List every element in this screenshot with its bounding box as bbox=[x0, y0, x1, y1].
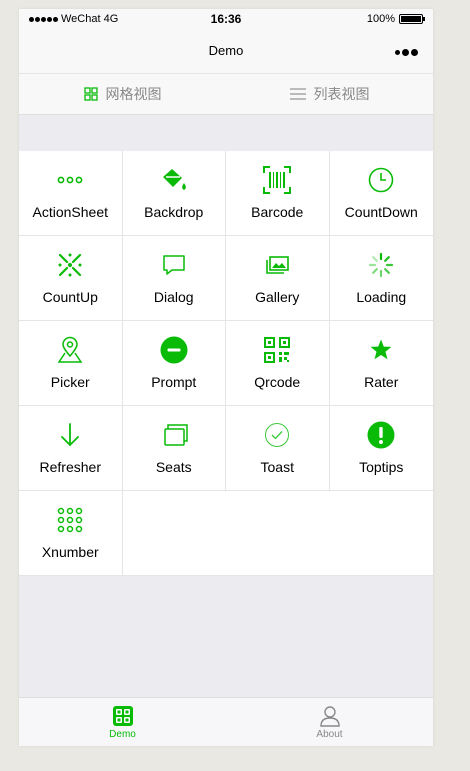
grid-item-toast[interactable]: Toast bbox=[226, 406, 330, 491]
tab-list-view[interactable]: 列表视图 bbox=[226, 74, 433, 114]
map-pin-icon bbox=[56, 336, 84, 364]
grid-item-label: Dialog bbox=[153, 289, 194, 305]
tab-bar-item-demo[interactable]: Demo bbox=[19, 698, 226, 746]
grid-item-label: CountDown bbox=[344, 204, 418, 220]
grid-item-label: Rater bbox=[364, 374, 399, 390]
grid-item-label: Xnumber bbox=[41, 544, 99, 560]
person-icon bbox=[319, 706, 340, 727]
grid-item-qrcode[interactable]: Qrcode bbox=[226, 321, 330, 406]
grid-empty-area bbox=[122, 491, 433, 576]
page-title: Demo bbox=[208, 43, 244, 58]
grid-item-refresher[interactable]: Refresher bbox=[19, 406, 123, 491]
grid-icon bbox=[83, 87, 98, 101]
photo-stack-icon bbox=[263, 251, 291, 279]
grid-item-label: Seats bbox=[155, 459, 192, 475]
grid-item-toptips[interactable]: Toptips bbox=[329, 406, 433, 491]
grid-item-label: Prompt bbox=[151, 374, 197, 390]
tab-grid-view[interactable]: 网格视图 bbox=[19, 74, 226, 114]
battery-percent: 100% bbox=[366, 13, 395, 25]
grid-item-label: Toptips bbox=[359, 459, 404, 475]
grid-item-prompt[interactable]: Prompt bbox=[122, 321, 226, 406]
minus-circle-icon bbox=[160, 336, 188, 364]
view-tabs: 网格视图 列表视图 bbox=[19, 74, 433, 115]
more-dots-icon[interactable] bbox=[395, 43, 421, 61]
grid-item-dialog[interactable]: Dialog bbox=[122, 236, 226, 321]
star-icon bbox=[367, 336, 395, 364]
grid-item-label: Qrcode bbox=[254, 374, 301, 390]
phone-screen: WeChat 4G 16:36 100% Demo 网格视图 列表视图 Acti… bbox=[19, 9, 433, 746]
grid-item-label: Picker bbox=[50, 374, 90, 390]
grid-item-barcode[interactable]: Barcode bbox=[226, 151, 330, 236]
cards-icon bbox=[160, 421, 188, 449]
grid-item-label: Loading bbox=[356, 289, 407, 305]
qrcode-icon bbox=[263, 336, 291, 364]
exclamation-circle-icon bbox=[367, 421, 395, 449]
grid-item-loading[interactable]: Loading bbox=[329, 236, 433, 321]
arrow-down-icon bbox=[56, 421, 84, 449]
grid-item-label: Gallery bbox=[255, 289, 300, 305]
grid-item-actionsheet[interactable]: ActionSheet bbox=[19, 151, 123, 236]
grid-item-label: Barcode bbox=[251, 204, 304, 220]
tab-list-label: 列表视图 bbox=[313, 86, 370, 102]
grid-item-countdown[interactable]: CountDown bbox=[329, 151, 433, 236]
grid-item-label: Toast bbox=[260, 459, 294, 475]
grid-item-countup[interactable]: CountUp bbox=[19, 236, 123, 321]
grid-item-backdrop[interactable]: Backdrop bbox=[122, 151, 226, 236]
demo-tab-icon bbox=[112, 706, 133, 726]
battery-icon bbox=[399, 14, 425, 24]
grid-item-picker[interactable]: Picker bbox=[19, 321, 123, 406]
component-grid: ActionSheet Backdrop Barcode CountDown C bbox=[19, 151, 433, 576]
barcode-scan-icon bbox=[263, 166, 292, 194]
dot-grid-icon bbox=[56, 506, 84, 534]
grid-item-label: Backdrop bbox=[144, 204, 204, 220]
tab-bar-label: About bbox=[316, 729, 343, 740]
check-circle-icon bbox=[263, 421, 291, 449]
tab-bar: Demo About bbox=[19, 697, 433, 746]
navigation-bar: Demo bbox=[19, 29, 433, 74]
grid-item-label: CountUp bbox=[42, 289, 98, 305]
dots-icon bbox=[56, 166, 84, 194]
sparkle-icon bbox=[56, 251, 84, 279]
clock-icon bbox=[367, 166, 395, 194]
grid-item-rater[interactable]: Rater bbox=[329, 321, 433, 406]
chat-bubble-icon bbox=[160, 251, 188, 279]
tab-bar-label: Demo bbox=[109, 729, 136, 740]
spinner-icon bbox=[367, 251, 395, 279]
list-icon bbox=[289, 88, 306, 100]
grid-item-xnumber[interactable]: Xnumber bbox=[19, 491, 123, 576]
battery: 100% bbox=[366, 13, 425, 25]
status-bar: WeChat 4G 16:36 100% bbox=[19, 9, 433, 29]
tab-bar-item-about[interactable]: About bbox=[226, 698, 433, 746]
paint-bucket-icon bbox=[160, 166, 188, 194]
grid-item-seats[interactable]: Seats bbox=[122, 406, 226, 491]
grid-item-gallery[interactable]: Gallery bbox=[226, 236, 330, 321]
grid-item-label: Refresher bbox=[39, 459, 101, 475]
grid-item-label: ActionSheet bbox=[32, 204, 109, 220]
tab-grid-label: 网格视图 bbox=[105, 86, 162, 102]
